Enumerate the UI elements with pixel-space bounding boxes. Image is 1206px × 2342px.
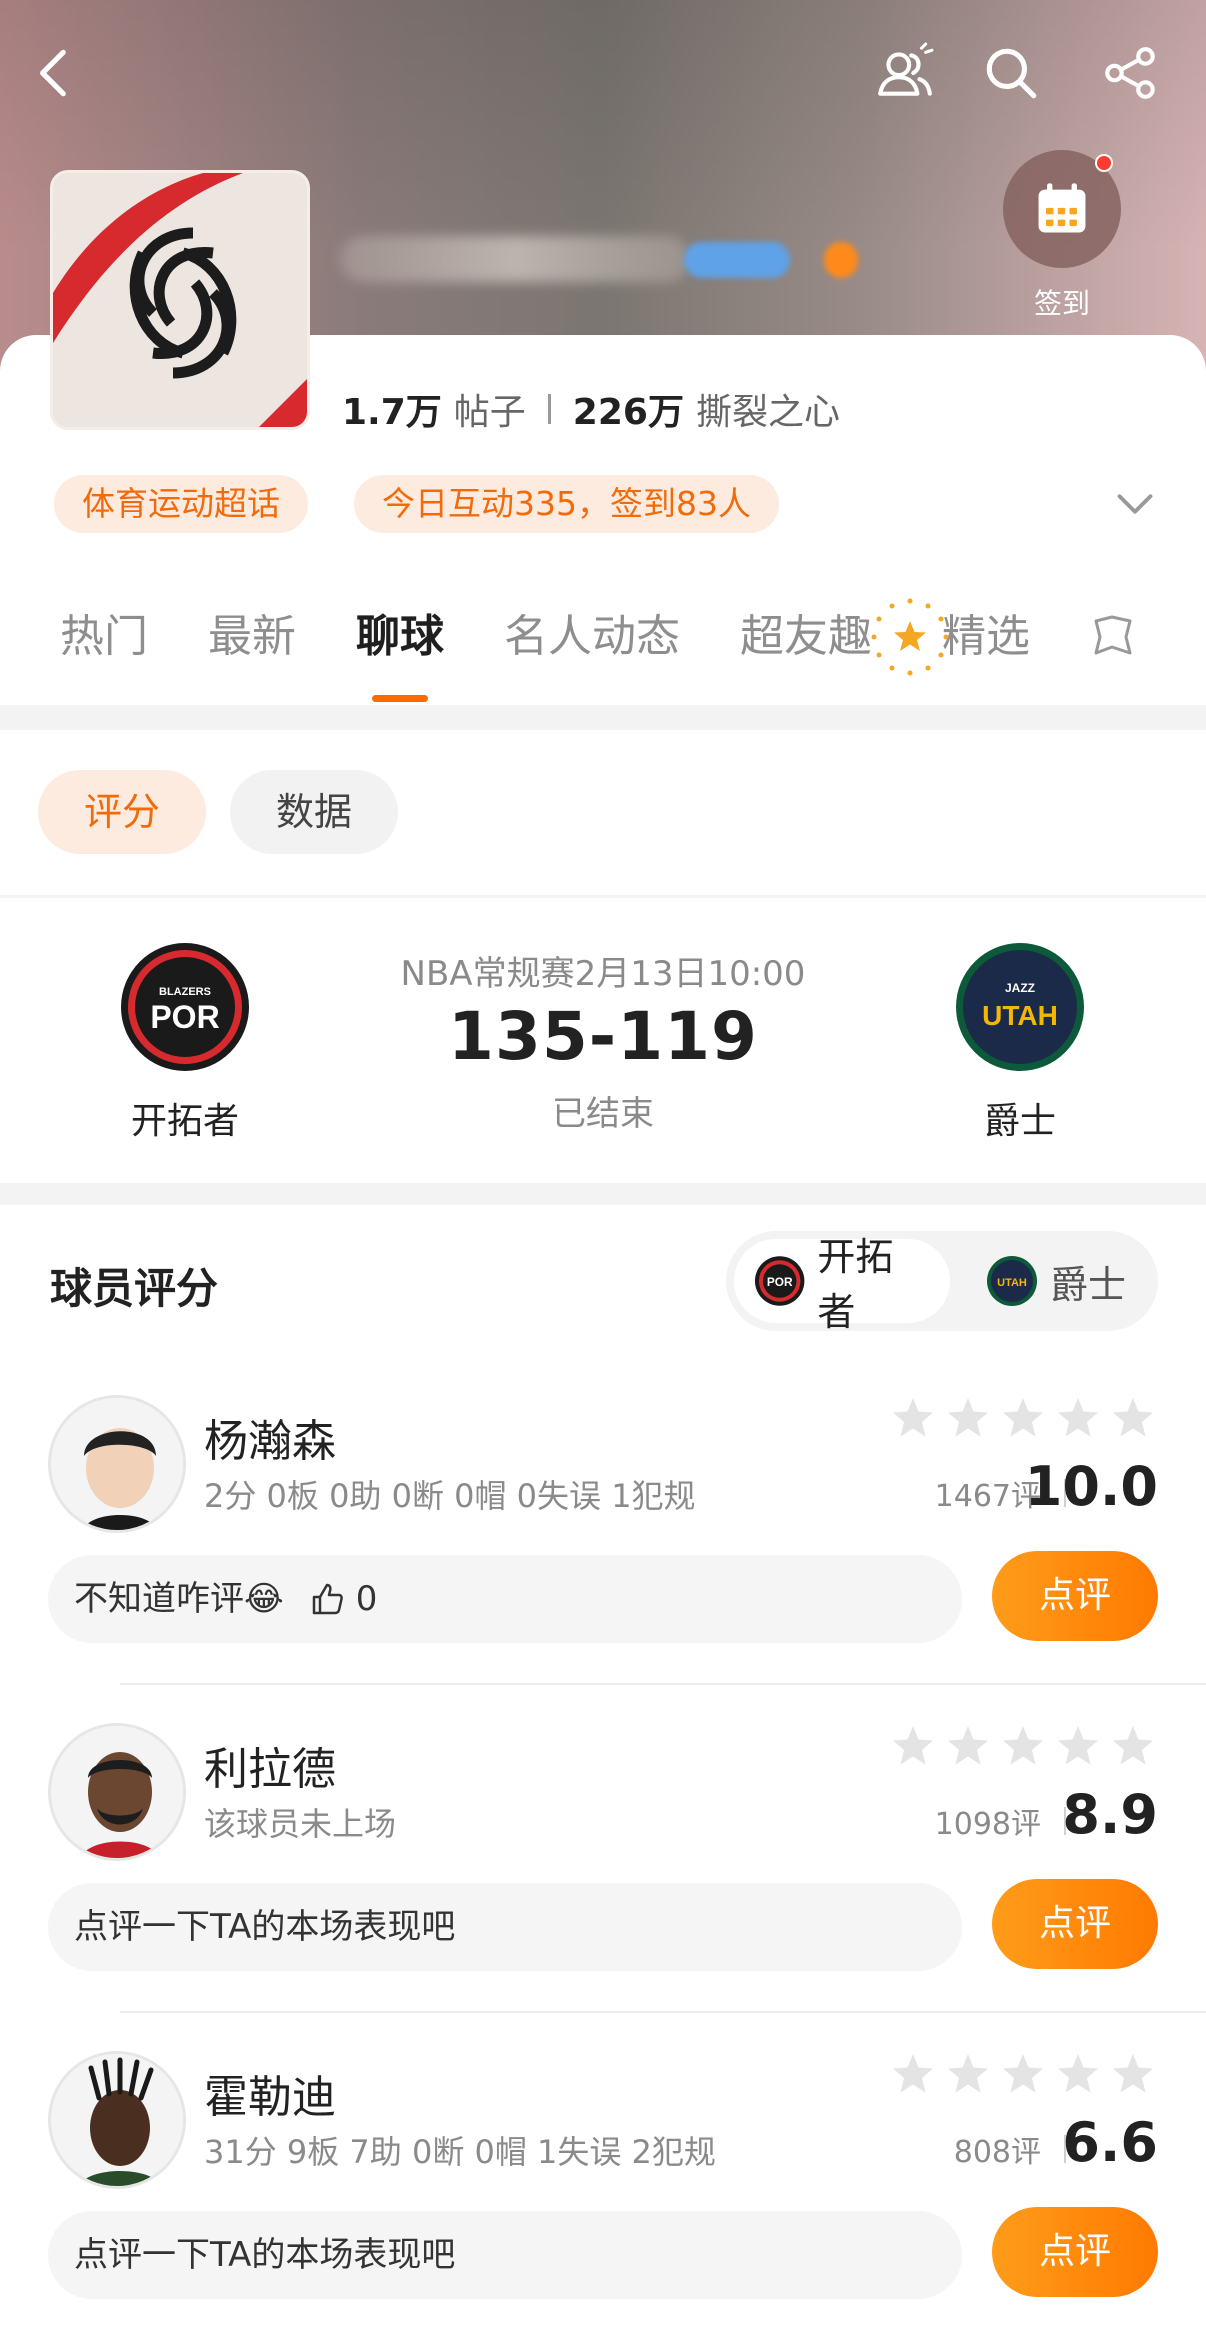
tab-super-fun[interactable]: 超友趣	[740, 600, 872, 664]
star-icon[interactable]	[945, 2051, 991, 2097]
section-title: 球员评分	[50, 1264, 219, 1313]
rating-stars[interactable]	[881, 1395, 1156, 1441]
filter-data[interactable]: 数据	[230, 770, 398, 854]
tab-celebrity[interactable]: 名人动态	[504, 600, 680, 664]
team-switch-jazz[interactable]: UTAH 爵士	[966, 1239, 1146, 1323]
player-stats: 31分 9板 7助 0断 0帽 1失误 2犯规	[204, 2133, 716, 2171]
fans-count: 226万	[572, 392, 684, 433]
notification-dot	[1095, 154, 1113, 172]
star-icon[interactable]	[1110, 1395, 1156, 1441]
team-switch-blazers-label: 开拓者	[817, 1235, 894, 1334]
filter-rating[interactable]: 评分	[38, 770, 206, 854]
svg-text:JAZZ: JAZZ	[1005, 981, 1035, 995]
star-icon[interactable]	[1055, 2051, 1101, 2097]
comment-input[interactable]: 点评一下TA的本场表现吧	[48, 2211, 962, 2299]
posts-label: 帖子	[453, 392, 526, 433]
community-name-blurred	[340, 236, 690, 282]
team-switch: POR 开拓者 UTAH 爵士	[726, 1231, 1158, 1334]
rating-score: 6.6	[1062, 2111, 1158, 2174]
rating-count: 1098评	[934, 1807, 1041, 1842]
jazz-logo: JAZZ UTAH	[956, 943, 1084, 1071]
star-sparkle-icon	[870, 597, 950, 677]
comment-input[interactable]: 点评一下TA的本场表现吧	[48, 1883, 962, 1971]
rating-score: 10.0	[1024, 1455, 1158, 1518]
star-icon[interactable]	[1110, 1723, 1156, 1769]
level-badge-blurred	[684, 242, 790, 278]
rating-stars[interactable]	[881, 1723, 1156, 1769]
community-stats: 1.7万 帖子 226万 撕裂之心	[342, 383, 840, 435]
chevron-down-icon[interactable]	[1106, 475, 1164, 533]
team-switch-blazers[interactable]: POR 开拓者	[734, 1235, 950, 1334]
player-row: 霍勒迪 31分 9板 7助 0断 0帽 1失误 2犯规 808评 6.6 点评一…	[0, 2051, 1206, 2342]
player-stats: 该球员未上场	[204, 1805, 397, 1843]
player-ratings-section: 球员评分 POR 开拓者 UTAH 爵士 杨瀚森 2分 0板 0助 0断 0帽 …	[0, 1205, 1206, 2342]
svg-text:UTAH: UTAH	[997, 1277, 1027, 1289]
review-button[interactable]: 点评	[992, 2207, 1158, 2297]
tab-latest[interactable]: 最新	[208, 600, 296, 664]
stats-divider	[547, 394, 551, 424]
fans-label: 撕裂之心	[695, 392, 840, 433]
player-avatar[interactable]	[48, 2051, 186, 2189]
tab-hot[interactable]: 热门	[60, 600, 148, 664]
player-name: 杨瀚森	[204, 1416, 336, 1467]
vip-badge-blurred	[824, 242, 858, 278]
back-icon[interactable]	[20, 38, 90, 108]
star-icon[interactable]	[1055, 1723, 1101, 1769]
team-switch-jazz-label: 爵士	[1050, 1262, 1127, 1307]
player-name: 霍勒迪	[204, 2072, 336, 2123]
thumbs-up-icon	[312, 1583, 343, 1615]
player-name: 利拉德	[204, 1744, 336, 1795]
star-icon[interactable]	[890, 2051, 936, 2097]
svg-text:UTAH: UTAH	[982, 1000, 1058, 1031]
category-tag[interactable]: 体育运动超话	[54, 475, 308, 533]
row-divider	[120, 1683, 1206, 1685]
like-button[interactable]: 0	[310, 1555, 378, 1643]
search-icon[interactable]	[976, 38, 1046, 108]
rating-score: 8.9	[1062, 1783, 1158, 1846]
bookmark-icon	[1094, 615, 1132, 655]
star-icon[interactable]	[1000, 1723, 1046, 1769]
calendar-icon	[1038, 183, 1086, 233]
player-stats: 2分 0板 0助 0断 0帽 0失误 1犯规	[204, 1477, 696, 1515]
rating-count: 808评	[953, 2135, 1041, 2170]
match-card[interactable]: BLAZERS POR 开拓者 NBA常规赛2月13日10:00 135-119…	[0, 898, 1206, 1183]
share-icon[interactable]	[1096, 38, 1166, 108]
star-icon[interactable]	[1000, 2051, 1046, 2097]
filter-bar: 评分 数据	[0, 730, 1206, 895]
like-count: 0	[355, 1579, 378, 1619]
activity-tag[interactable]: 今日互动335，签到83人	[354, 475, 779, 533]
posts-count: 1.7万	[342, 392, 442, 433]
review-button[interactable]: 点评	[992, 1879, 1158, 1969]
star-icon[interactable]	[890, 1723, 936, 1769]
tab-featured[interactable]: 精选	[942, 600, 1030, 664]
review-button[interactable]: 点评	[992, 1551, 1158, 1641]
blazers-mini-logo: POR	[754, 1256, 805, 1306]
checkin-button[interactable]: 签到	[1000, 150, 1124, 322]
rating-stars[interactable]	[881, 2051, 1156, 2097]
player-avatar[interactable]	[48, 1723, 186, 1861]
svg-text:POR: POR	[767, 1275, 793, 1289]
row-divider	[120, 2011, 1206, 2013]
star-icon[interactable]	[1055, 1395, 1101, 1441]
tab-chat-ball[interactable]: 聊球	[356, 600, 444, 664]
members-icon[interactable]	[870, 38, 940, 108]
comment-text: 不知道咋评😂	[74, 1579, 284, 1619]
player-avatar[interactable]	[48, 1395, 186, 1533]
top-comment[interactable]: 不知道咋评😂 0	[48, 1555, 962, 1643]
jazz-mini-logo: UTAH	[987, 1256, 1037, 1306]
checkin-label: 签到	[1033, 287, 1090, 320]
community-avatar[interactable]	[50, 170, 310, 430]
star-icon[interactable]	[890, 1395, 936, 1441]
away-team-name: 爵士	[983, 1101, 1056, 1142]
comment-placeholder: 点评一下TA的本场表现吧	[74, 1907, 456, 1947]
star-icon[interactable]	[945, 1395, 991, 1441]
star-icon[interactable]	[1110, 2051, 1156, 2097]
player-row: 杨瀚森 2分 0板 0助 0断 0帽 0失误 1犯规 1467评 10.0 不知…	[0, 1395, 1206, 1721]
player-row: 利拉德 该球员未上场 1098评 8.9 点评一下TA的本场表现吧 点评	[0, 1723, 1206, 2049]
star-icon[interactable]	[1000, 1395, 1046, 1441]
comment-placeholder: 点评一下TA的本场表现吧	[74, 2235, 456, 2275]
star-icon[interactable]	[945, 1723, 991, 1769]
